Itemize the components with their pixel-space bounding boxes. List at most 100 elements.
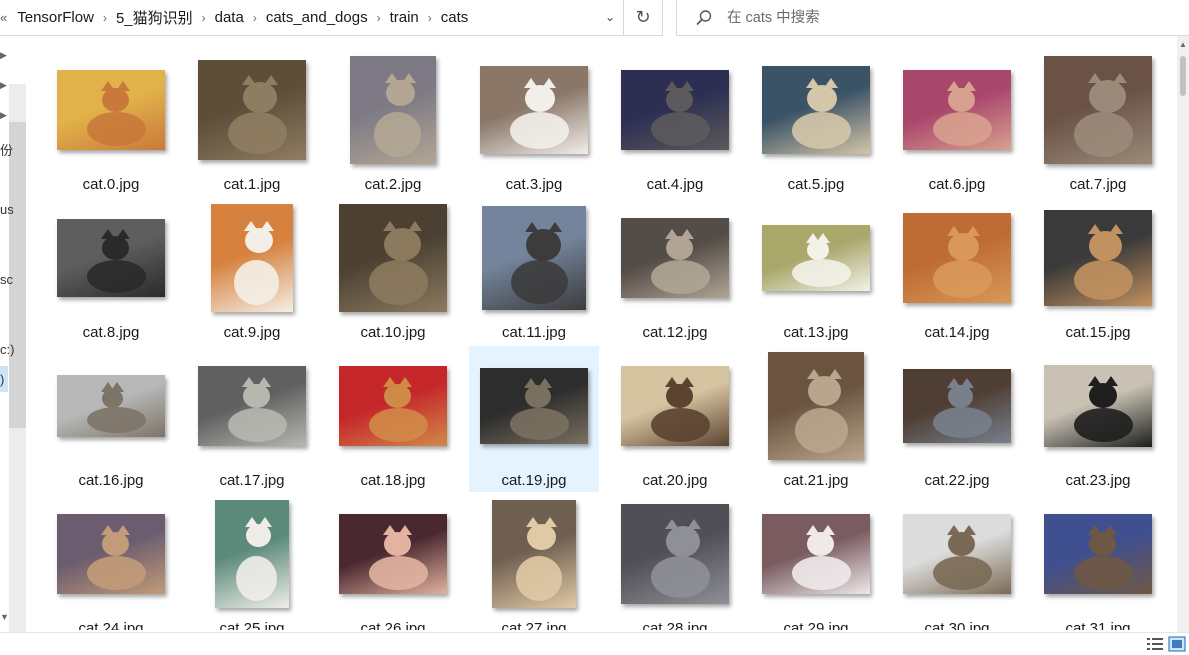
file-item[interactable]: cat.20.jpg	[610, 346, 740, 492]
file-item[interactable]: cat.24.jpg	[46, 494, 176, 630]
file-item[interactable]: cat.22.jpg	[892, 346, 1022, 492]
file-item[interactable]: cat.7.jpg	[1033, 50, 1163, 196]
file-item[interactable]: cat.5.jpg	[751, 50, 881, 196]
file-name-label: cat.16.jpg	[78, 472, 144, 489]
breadcrumb-separator-icon[interactable]: ›	[250, 11, 260, 25]
file-item[interactable]: cat.0.jpg	[46, 50, 176, 196]
file-item[interactable]: cat.3.jpg	[469, 50, 599, 196]
file-item[interactable]: cat.13.jpg	[751, 198, 881, 344]
nav-item-fragment[interactable]: )	[0, 372, 4, 387]
vertical-scrollbar[interactable]: ▲	[1177, 36, 1189, 636]
cat-ear-shape	[821, 525, 835, 535]
expand-arrow-icon[interactable]: ▶	[0, 110, 7, 121]
breadcrumb-cats-and-dogs[interactable]: cats_and_dogs	[260, 9, 374, 26]
file-grid[interactable]: cat.0.jpg cat.1.jpg cat.2.jpg cat.3.jpg cat.…	[46, 50, 1176, 630]
file-item[interactable]: cat.8.jpg	[46, 198, 176, 344]
file-item[interactable]: cat.28.jpg	[610, 494, 740, 630]
file-item[interactable]: cat.10.jpg	[328, 198, 458, 344]
refresh-button[interactable]: ↻	[624, 0, 663, 36]
file-item[interactable]: cat.21.jpg	[751, 346, 881, 492]
cat-ear-shape	[1088, 525, 1102, 535]
cat-photo-thumbnail	[768, 352, 864, 460]
cat-head-shape	[1089, 383, 1117, 408]
file-item[interactable]: cat.30.jpg	[892, 494, 1022, 630]
nav-item-fragment[interactable]: us	[0, 202, 14, 217]
overflow-chevron-icon[interactable]: «	[0, 10, 7, 25]
breadcrumb-train[interactable]: train	[384, 9, 425, 26]
cat-body-shape	[651, 260, 710, 294]
refresh-icon: ↻	[635, 7, 651, 27]
expand-arrow-icon[interactable]: ▶	[0, 80, 7, 91]
file-name-label: cat.25.jpg	[219, 620, 285, 630]
file-name-label: cat.30.jpg	[924, 620, 990, 630]
file-item[interactable]: cat.4.jpg	[610, 50, 740, 196]
file-item[interactable]: cat.29.jpg	[751, 494, 881, 630]
cat-photo-thumbnail	[903, 369, 1011, 443]
cat-ear-shape	[828, 369, 842, 379]
nav-item-fragment[interactable]: sc	[0, 272, 13, 287]
breadcrumb-cats[interactable]: cats	[435, 9, 475, 26]
cat-head-shape	[102, 88, 129, 112]
expand-arrow-icon[interactable]: ▶	[0, 50, 7, 61]
details-view-icon[interactable]	[1146, 636, 1164, 652]
thumbnail-frame	[469, 346, 599, 466]
file-item[interactable]: cat.31.jpg	[1033, 494, 1163, 630]
scroll-up-arrow-icon[interactable]: ▲	[1179, 40, 1187, 49]
file-item[interactable]: cat.15.jpg	[1033, 198, 1163, 344]
navigation-pane[interactable]: ▶ ▶ ▶ 份 us sc c:) ) ▼	[0, 36, 30, 636]
file-item[interactable]: cat.27.jpg	[469, 494, 599, 630]
cat-photo-thumbnail	[198, 60, 306, 160]
cat-ear-shape	[947, 81, 961, 91]
chevron-down-icon[interactable]: ⌄	[605, 10, 615, 24]
cat-head-shape	[1089, 532, 1116, 556]
breadcrumb-separator-icon[interactable]: ›	[100, 11, 110, 25]
large-icons-view-icon[interactable]	[1168, 636, 1186, 652]
cat-photo-thumbnail	[198, 366, 306, 446]
file-item[interactable]: cat.1.jpg	[187, 50, 317, 196]
breadcrumb-separator-icon[interactable]: ›	[199, 11, 209, 25]
address-bar[interactable]: « TensorFlow › 5_猫狗识别 › data › cats_and_…	[0, 0, 624, 36]
thumbnail-frame	[469, 50, 599, 170]
file-item[interactable]: cat.23.jpg	[1033, 346, 1163, 492]
scroll-down-arrow-icon[interactable]: ▼	[0, 612, 9, 622]
cat-photo-thumbnail	[903, 514, 1011, 594]
file-item[interactable]: cat.19.jpg	[469, 346, 599, 492]
file-item[interactable]: cat.16.jpg	[46, 346, 176, 492]
nav-item-fragment[interactable]: c:)	[0, 342, 14, 357]
breadcrumb-data[interactable]: data	[209, 9, 250, 26]
file-item[interactable]: cat.9.jpg	[187, 198, 317, 344]
cat-ear-shape	[687, 519, 701, 529]
cat-ear-shape	[806, 78, 820, 88]
file-item[interactable]: cat.17.jpg	[187, 346, 317, 492]
cat-body-shape	[1074, 408, 1133, 442]
cat-photo-thumbnail	[762, 66, 870, 154]
thumbnail-frame	[610, 346, 740, 466]
breadcrumb-separator-icon[interactable]: ›	[374, 11, 384, 25]
file-item[interactable]: cat.25.jpg	[187, 494, 317, 630]
file-item[interactable]: cat.6.jpg	[892, 50, 1022, 196]
cat-body-shape	[87, 260, 146, 293]
cat-body-shape	[374, 112, 421, 157]
cat-body-shape	[792, 259, 851, 287]
breadcrumb-tensorflow[interactable]: TensorFlow	[11, 9, 100, 26]
cat-body-shape	[933, 407, 992, 438]
file-name-label: cat.15.jpg	[1065, 324, 1131, 341]
scrollbar-thumb[interactable]	[1180, 56, 1186, 96]
cat-body-shape	[933, 260, 992, 298]
breadcrumb-cat-dog-recognition[interactable]: 5_猫狗识别	[110, 7, 199, 28]
file-item[interactable]: cat.18.jpg	[328, 346, 458, 492]
file-item[interactable]: cat.14.jpg	[892, 198, 1022, 344]
cat-head-shape	[102, 532, 129, 556]
breadcrumb-separator-icon[interactable]: ›	[425, 11, 435, 25]
cat-body-shape	[792, 556, 851, 590]
search-input[interactable]	[725, 8, 1149, 27]
search-box[interactable]	[676, 0, 1189, 36]
cat-ear-shape	[116, 229, 130, 239]
file-item[interactable]: cat.2.jpg	[328, 50, 458, 196]
nav-item-fragment[interactable]: 份	[0, 140, 13, 159]
file-item[interactable]: cat.12.jpg	[610, 198, 740, 344]
file-item[interactable]: cat.11.jpg	[469, 198, 599, 344]
thumbnail-frame	[469, 494, 599, 614]
cat-ear-shape	[1103, 525, 1117, 535]
file-item[interactable]: cat.26.jpg	[328, 494, 458, 630]
